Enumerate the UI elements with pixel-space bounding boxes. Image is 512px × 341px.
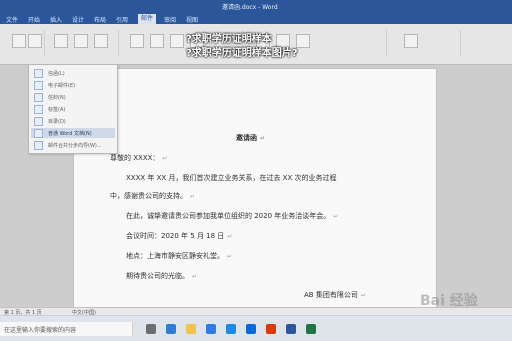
directory-icon [34, 116, 43, 126]
greeting-line-icon[interactable] [170, 34, 184, 48]
signature: AB 集团有限公司 ↵ [304, 290, 366, 300]
letter-title-text: 邀请函 [236, 134, 257, 142]
title-bar: 邀请函.docx - Word [0, 0, 512, 12]
tab-file[interactable]: 文件 [6, 15, 18, 24]
menu-item-letters[interactable]: 信函(L) [31, 68, 115, 78]
letter-title: 邀请函 ↵ [236, 133, 265, 143]
menu-item-directory[interactable]: 目录(D) [31, 116, 115, 126]
excel-icon[interactable] [306, 324, 316, 334]
tab-references[interactable]: 引用 [116, 15, 128, 24]
envelope-icon[interactable] [12, 34, 26, 48]
document-page[interactable]: 邀请函 ↵ 尊敬的 XXXX： ↵ XXXX 年 XX 月，我们首次建立业务关系，在… [74, 69, 436, 307]
start-mail-merge-icon[interactable] [54, 34, 68, 48]
taskbar: 在这里输入你要搜索的内容 [0, 315, 512, 341]
paragraph-mark-icon: ↵ [227, 233, 233, 240]
check-errors-icon[interactable] [296, 34, 310, 48]
folder-icon[interactable] [186, 324, 196, 334]
watermark: Bai 经验 [420, 293, 478, 309]
ribbon-group-finish [390, 30, 461, 56]
menu-item-label: 信封(N) [48, 94, 66, 101]
greeting-text: 尊敬的 XXXX： [110, 154, 160, 162]
tab-mailings[interactable]: 邮件 [138, 14, 157, 24]
ie-icon[interactable] [246, 324, 256, 334]
menu-item-step-by-step-wizard[interactable]: 邮件合并分步向导(W)... [31, 140, 115, 150]
paragraph-mark-icon: ↵ [190, 193, 196, 200]
paragraph-mark-icon: ↵ [333, 213, 339, 220]
menu-item-label: 邮件合并分步向导(W)... [48, 142, 102, 149]
paragraph-mark-icon: ↵ [227, 253, 233, 260]
paragraph-1-text: XXXX 年 XX 月，我们首次建立业务关系，在过去 XX 次的业务过程 [126, 174, 337, 182]
location: 地点：上海市静安区静安礼堂。 ↵ [126, 251, 232, 261]
location-text: 地点：上海市静安区静安礼堂。 [126, 252, 224, 260]
tab-layout[interactable]: 布局 [94, 15, 106, 24]
start-mail-merge-menu: 信函(L) 电子邮件(E) 信封(N) 标签(A) 目录(D) 普通 Word … [28, 64, 118, 154]
label-icon[interactable] [28, 34, 42, 48]
taskbar-search-placeholder: 在这里输入你要搜索的内容 [4, 327, 77, 334]
menu-item-label: 普通 Word 文档(N) [48, 130, 92, 137]
letter-icon [34, 68, 43, 78]
label-icon [34, 104, 43, 114]
word-icon[interactable] [286, 324, 296, 334]
menu-item-label: 目录(D) [48, 118, 66, 125]
tab-home[interactable]: 开始 [28, 15, 40, 24]
ribbon-group-create [4, 30, 45, 56]
tab-view[interactable]: 视图 [186, 15, 198, 24]
taskbar-search[interactable]: 在这里输入你要搜索的内容 [0, 322, 133, 336]
paragraph-mark-icon: ↵ [162, 155, 168, 162]
powerpoint-icon[interactable] [266, 324, 276, 334]
menu-item-labels[interactable]: 标签(A) [31, 104, 115, 114]
paragraph-mark-icon: ↵ [260, 135, 266, 142]
menu-item-email[interactable]: 电子邮件(E) [31, 80, 115, 90]
wizard-icon [34, 140, 43, 150]
paragraph-2-text: 在此，诚挚邀请贵公司参加我单位组织的 2020 年业务洽谈年会。 [126, 212, 331, 220]
task-view-icon[interactable] [146, 324, 156, 334]
paragraph-mark-icon: ↵ [360, 292, 366, 299]
menu-item-label: 标签(A) [48, 106, 66, 113]
edit-recipients-icon[interactable] [94, 34, 108, 48]
tab-design[interactable]: 设计 [72, 15, 84, 24]
menu-item-label: 信函(L) [48, 70, 65, 77]
greeting: 尊敬的 XXXX： ↵ [110, 153, 167, 163]
meeting-time: 会议时间：2020 年 5 月 18 日 ↵ [126, 231, 232, 241]
paragraph-1: XXXX 年 XX 月，我们首次建立业务关系，在过去 XX 次的业务过程 [126, 173, 337, 183]
menu-item-normal-document[interactable]: 普通 Word 文档(N) [31, 128, 115, 138]
finish-merge-icon[interactable] [404, 34, 418, 48]
closing: 期待贵公司的光临。 ↵ [126, 271, 197, 281]
menu-item-envelopes[interactable]: 信封(N) [31, 92, 115, 102]
highlight-fields-icon[interactable] [130, 34, 144, 48]
select-recipients-icon[interactable] [74, 34, 88, 48]
overlay-line-2: ?求职学历证明样本图片? [186, 48, 298, 59]
ribbon-group-start-merge [48, 30, 119, 56]
ribbon-tabs: 文件 开始 插入 设计 布局 引用 邮件 审阅 视图 [0, 12, 512, 24]
paragraph-mark-icon: ↵ [192, 273, 198, 280]
mail-icon[interactable] [226, 324, 236, 334]
email-icon [34, 80, 43, 90]
paragraph-1b-text: 中，感谢贵公司的支持。 [110, 192, 187, 200]
address-block-icon[interactable] [150, 34, 164, 48]
letter: 邀请函 ↵ 尊敬的 XXXX： ↵ XXXX 年 XX 月，我们首次建立业务关系，在… [74, 69, 436, 307]
signature-text: AB 集团有限公司 [304, 291, 358, 299]
tab-insert[interactable]: 插入 [50, 15, 62, 24]
store-icon[interactable] [206, 324, 216, 334]
envelope-icon [34, 92, 43, 102]
paragraph-1-continued: 中，感谢贵公司的支持。 ↵ [110, 191, 195, 201]
edge-icon[interactable] [166, 324, 176, 334]
paragraph-2: 在此，诚挚邀请贵公司参加我单位组织的 2020 年业务洽谈年会。 ↵ [126, 211, 338, 221]
meeting-time-text: 会议时间：2020 年 5 月 18 日 [126, 232, 225, 240]
tab-review[interactable]: 审阅 [164, 15, 176, 24]
word-document-icon [34, 128, 43, 138]
overlay-headline: ?求职学历证明样本 ?求职学历证明样本图片? [186, 33, 298, 61]
closing-text: 期待贵公司的光临。 [126, 272, 189, 280]
word-window: 邀请函.docx - Word 文件 开始 插入 设计 布局 引用 邮件 审阅 … [0, 0, 512, 341]
overlay-line-1: ?求职学历证明样本 [186, 34, 272, 45]
menu-item-label: 电子邮件(E) [48, 82, 76, 89]
window-title: 邀请函.docx - Word [222, 4, 278, 11]
